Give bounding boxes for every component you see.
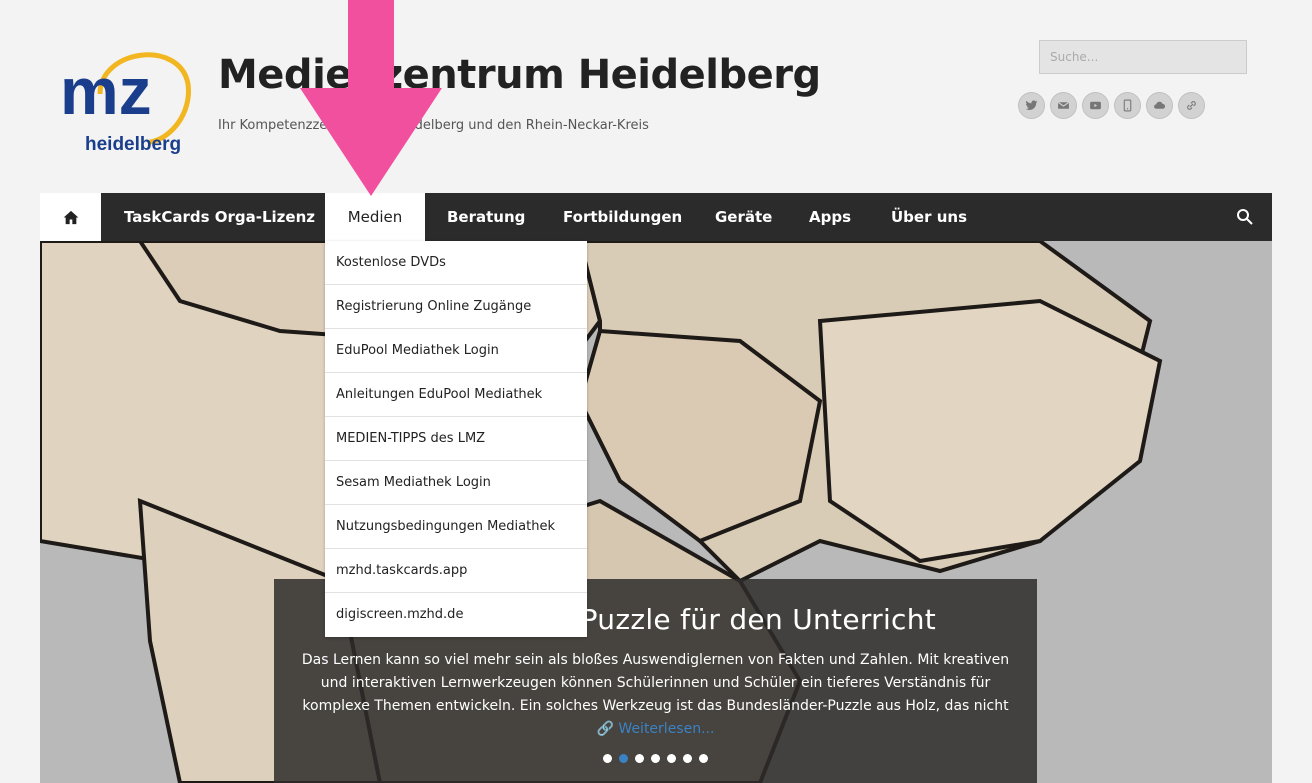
main-nav: TaskCards Orga-Lizenz Medien Beratung Fo… [40,193,1272,241]
slider-dot[interactable] [603,754,612,763]
home-icon [63,210,78,224]
logo-text-main: mz [60,54,152,128]
slider-dot[interactable] [667,754,676,763]
nav-home[interactable] [40,193,101,241]
hero-slider: Bundesländer-Puzzle für den Unterricht D… [40,241,1272,783]
dropdown-item-taskcards-app[interactable]: mzhd.taskcards.app [325,549,587,593]
nav-item-medien[interactable]: Medien [325,193,425,241]
cloud-icon[interactable] [1146,92,1173,119]
slide-body: Das Lernen kann so viel mehr sein als bl… [301,652,1010,714]
dropdown-item-nutzungsbedingungen[interactable]: Nutzungsbedingungen Mediathek [325,505,587,549]
annotation-arrow [300,0,442,196]
social-icons [1018,92,1205,119]
slider-dot[interactable] [651,754,660,763]
slider-dot[interactable] [699,754,708,763]
dropdown-item-kostenlose-dvds[interactable]: Kostenlose DVDs [325,241,587,285]
link-icon: 🔗 [596,721,619,737]
read-more-link[interactable]: 🔗 Weiterlesen... [597,721,715,737]
dropdown-item-digiscreen[interactable]: digiscreen.mzhd.de [325,593,587,637]
slider-dot[interactable] [683,754,692,763]
slide-text: Das Lernen kann so viel mehr sein als bl… [292,649,1019,741]
dropdown-item-sesam-login[interactable]: Sesam Mediathek Login [325,461,587,505]
site-logo[interactable]: mz heidelberg [60,44,200,155]
medien-dropdown: Kostenlose DVDs Registrierung Online Zug… [325,241,587,637]
dropdown-item-medien-tipps[interactable]: MEDIEN-TIPPS des LMZ [325,417,587,461]
slider-dots [274,754,1037,763]
nav-item-taskcards[interactable]: TaskCards Orga-Lizenz [124,193,315,241]
dropdown-item-edupool-anleitungen[interactable]: Anleitungen EduPool Mediathek [325,373,587,417]
nav-item-fortbildungen[interactable]: Fortbildungen [563,193,682,241]
slider-dot-active[interactable] [619,754,628,763]
nav-item-apps[interactable]: Apps [809,193,851,241]
mobile-icon[interactable] [1114,92,1141,119]
twitter-icon[interactable] [1018,92,1045,119]
mail-icon[interactable] [1050,92,1077,119]
nav-item-ueber-uns[interactable]: Über uns [891,193,967,241]
search-icon[interactable] [1235,207,1255,227]
nav-item-beratung[interactable]: Beratung [447,193,525,241]
nav-item-geraete[interactable]: Geräte [715,193,772,241]
slider-dot[interactable] [635,754,644,763]
youtube-icon[interactable] [1082,92,1109,119]
search-input[interactable] [1039,40,1247,74]
link-icon[interactable] [1178,92,1205,119]
logo-text-sub: heidelberg [85,134,181,154]
dropdown-item-edupool-login[interactable]: EduPool Mediathek Login [325,329,587,373]
dropdown-item-registrierung[interactable]: Registrierung Online Zugänge [325,285,587,329]
